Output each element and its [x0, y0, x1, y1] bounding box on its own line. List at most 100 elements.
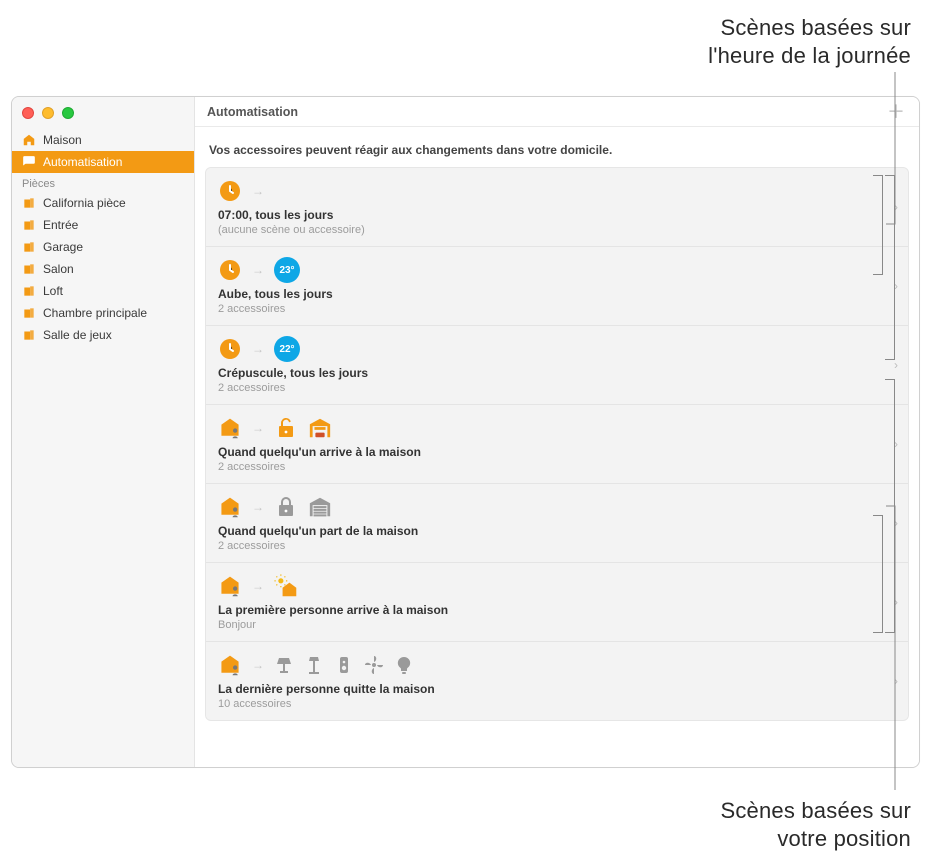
- clock-icon: [218, 179, 242, 203]
- arrow-icon: →: [252, 342, 264, 356]
- sidebar-room-item[interactable]: Entrée: [12, 214, 194, 236]
- sidebar-room-item[interactable]: Salle de jeux: [12, 324, 194, 346]
- automation-row[interactable]: → 23° Aube, tous les jours 2 accessoires…: [206, 247, 908, 326]
- add-automation-button[interactable]: ＋: [885, 103, 907, 121]
- room-icon: [22, 218, 36, 232]
- sidebar-item-label: Loft: [43, 284, 63, 298]
- sidebar-section-rooms: Pièces: [12, 173, 194, 192]
- sidebar-room-item[interactable]: Garage: [12, 236, 194, 258]
- automation-list: → 07:00, tous les jours (aucune scène ou…: [205, 167, 909, 721]
- floor-lamp-icon: [304, 655, 324, 675]
- room-icon: [22, 196, 36, 210]
- row-icons: →: [218, 652, 882, 678]
- sidebar-item-label: Salle de jeux: [43, 328, 112, 342]
- chevron-right-icon: ›: [894, 437, 898, 451]
- garage-closed-icon: [308, 495, 332, 519]
- automation-title: Quand quelqu'un part de la maison: [218, 524, 882, 538]
- arrow-icon: →: [252, 579, 264, 593]
- sidebar-item-label: Salon: [43, 262, 74, 276]
- sidebar-item-label: Chambre principale: [43, 306, 147, 320]
- window-controls: [12, 103, 194, 129]
- arrow-icon: →: [252, 421, 264, 435]
- automation-subtitle: (aucune scène ou accessoire): [218, 224, 882, 236]
- automation-row[interactable]: → La première personne arrive à la maiso…: [206, 563, 908, 642]
- sidebar-room-item[interactable]: Salon: [12, 258, 194, 280]
- chevron-right-icon: ›: [894, 200, 898, 214]
- automation-title: Quand quelqu'un arrive à la maison: [218, 445, 882, 459]
- automation-title: 07:00, tous les jours: [218, 208, 882, 222]
- sidebar-item-label: Garage: [43, 240, 83, 254]
- automation-title: Crépuscule, tous les jours: [218, 366, 882, 380]
- chevron-right-icon: ›: [894, 358, 898, 372]
- row-icons: →: [218, 415, 882, 441]
- sidebar-item-label: Entrée: [43, 218, 78, 232]
- sun-home-icon: [274, 574, 298, 598]
- page-title: Automatisation: [207, 105, 298, 119]
- sidebar-item-automation[interactable]: Automatisation: [12, 151, 194, 173]
- row-icons: →: [218, 494, 882, 520]
- unlock-icon: [274, 416, 298, 440]
- lamp-icon: [274, 655, 294, 675]
- automation-title: La première personne arrive à la maison: [218, 603, 882, 617]
- automation-subtitle: 2 accessoires: [218, 540, 882, 552]
- chevron-right-icon: ›: [894, 674, 898, 688]
- zoom-window[interactable]: [62, 107, 74, 119]
- sidebar: Maison Automatisation Pièces California …: [12, 97, 195, 767]
- home-person-icon: [218, 653, 242, 677]
- sidebar-room-item[interactable]: Loft: [12, 280, 194, 302]
- clock-icon: [218, 337, 242, 361]
- automation-row[interactable]: → Quand quelqu'un part de la maison 2 ac…: [206, 484, 908, 563]
- chevron-right-icon: ›: [894, 595, 898, 609]
- arrow-icon: →: [252, 658, 264, 672]
- lock-icon: [274, 495, 298, 519]
- sidebar-room-item[interactable]: California pièce: [12, 192, 194, 214]
- minimize-window[interactable]: [42, 107, 54, 119]
- titlebar: Automatisation ＋: [195, 97, 919, 127]
- sidebar-item-label: Maison: [43, 133, 82, 147]
- chevron-right-icon: ›: [894, 279, 898, 293]
- room-icon: [22, 306, 36, 320]
- home-person-icon: [218, 495, 242, 519]
- bulb-icon: [394, 655, 414, 675]
- chevron-right-icon: ›: [894, 516, 898, 530]
- automation-title: La dernière personne quitte la maison: [218, 682, 882, 696]
- automation-subtitle: 2 accessoires: [218, 303, 882, 315]
- sidebar-room-item[interactable]: Chambre principale: [12, 302, 194, 324]
- arrow-icon: →: [252, 500, 264, 514]
- automation-row[interactable]: → La dernière personne quitte la maison …: [206, 642, 908, 720]
- sidebar-item-home[interactable]: Maison: [12, 129, 194, 151]
- temperature-badge: 22°: [274, 336, 300, 362]
- room-icon: [22, 262, 36, 276]
- automation-row[interactable]: → Quand quelqu'un arrive à la maison 2 a…: [206, 405, 908, 484]
- row-icons: → 23°: [218, 257, 882, 283]
- clock-icon: [218, 258, 242, 282]
- fan-icon: [364, 655, 384, 675]
- arrow-icon: →: [252, 184, 264, 198]
- home-person-icon: [218, 416, 242, 440]
- app-window: Maison Automatisation Pièces California …: [11, 96, 920, 768]
- sidebar-item-label: Automatisation: [43, 155, 122, 169]
- automation-row[interactable]: → 22° Crépuscule, tous les jours 2 acces…: [206, 326, 908, 405]
- automation-row[interactable]: → 07:00, tous les jours (aucune scène ou…: [206, 168, 908, 247]
- row-icons: →: [218, 573, 882, 599]
- room-icon: [22, 284, 36, 298]
- automation-subtitle: Bonjour: [218, 619, 882, 631]
- callout-location-based: Scènes basées sur votre position: [591, 797, 911, 852]
- speaker-icon: [334, 655, 354, 675]
- automation-title: Aube, tous les jours: [218, 287, 882, 301]
- row-icons: →: [218, 178, 882, 204]
- garage-open-icon: [308, 416, 332, 440]
- automation-subtitle: 2 accessoires: [218, 461, 882, 473]
- sidebar-item-label: California pièce: [43, 196, 126, 210]
- close-window[interactable]: [22, 107, 34, 119]
- row-icons: → 22°: [218, 336, 882, 362]
- room-icon: [22, 240, 36, 254]
- home-icon: [22, 133, 36, 147]
- home-person-icon: [218, 574, 242, 598]
- subtitle: Vos accessoires peuvent réagir aux chang…: [195, 127, 919, 167]
- temperature-badge: 23°: [274, 257, 300, 283]
- main-content: Automatisation ＋ Vos accessoires peuvent…: [195, 97, 919, 767]
- automation-subtitle: 10 accessoires: [218, 698, 882, 710]
- arrow-icon: →: [252, 263, 264, 277]
- automation-icon: [22, 155, 36, 169]
